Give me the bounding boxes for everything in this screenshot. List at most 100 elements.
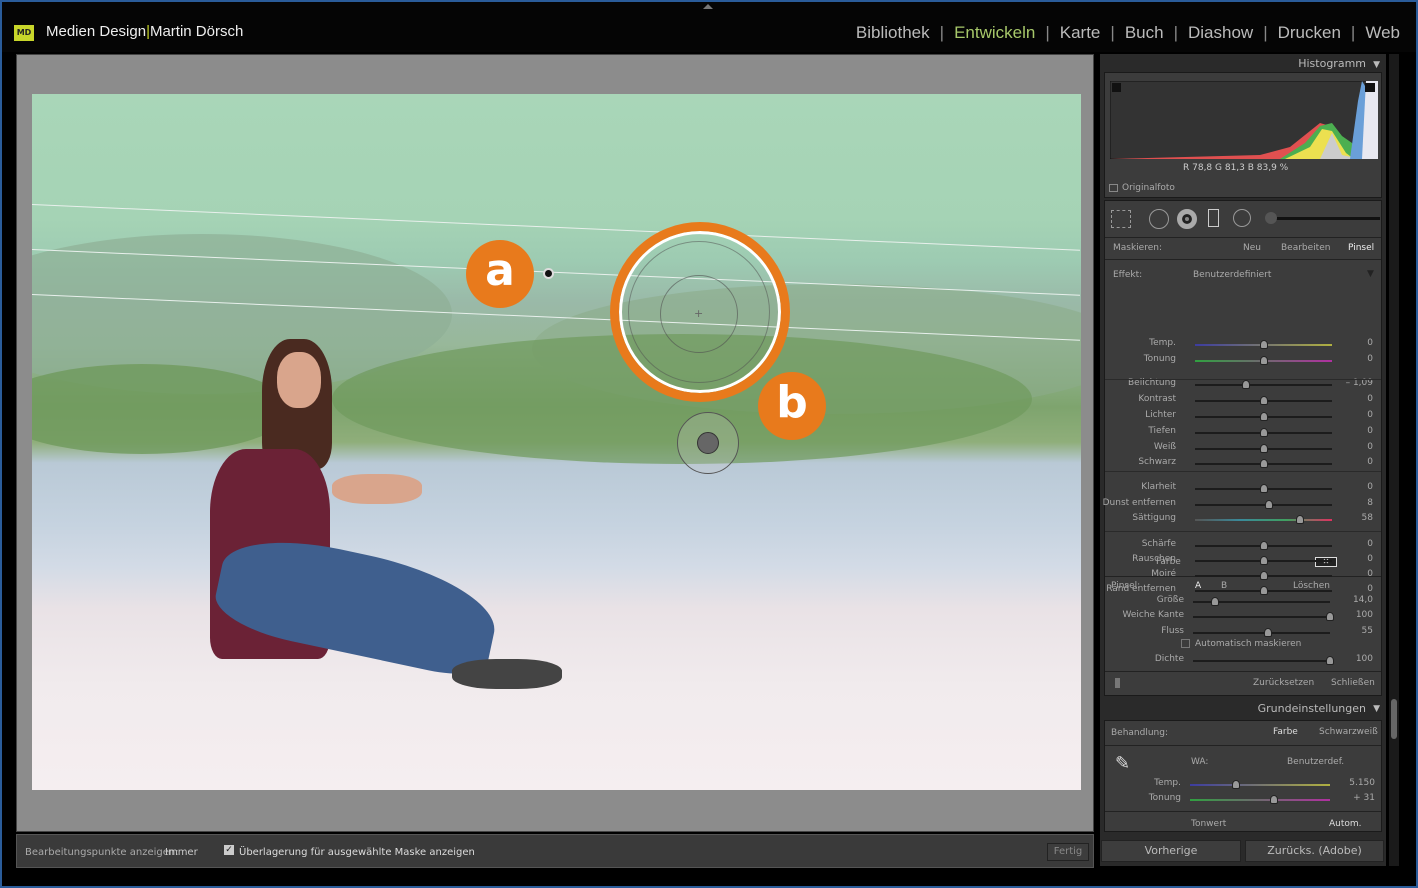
- mask-lichter-value[interactable]: 0: [1333, 410, 1373, 420]
- mask-sättigung-thumb[interactable]: [1296, 515, 1305, 524]
- auto-mask-label: Automatisch maskieren: [1195, 639, 1302, 649]
- mask-lichter-label: Lichter: [1145, 410, 1176, 420]
- reset-button[interactable]: Zurücksetzen: [1253, 678, 1314, 688]
- mask-moir--thumb[interactable]: [1259, 571, 1268, 580]
- module-diashow[interactable]: Diashow: [1184, 23, 1257, 43]
- brush-cursor: [677, 412, 739, 474]
- mask-belichtung-thumb[interactable]: [1241, 380, 1250, 389]
- photo-with-mask-overlay[interactable]: [32, 94, 1081, 790]
- mask-schärfe-thumb[interactable]: [1259, 541, 1268, 550]
- mask-schwarz-thumb[interactable]: [1259, 459, 1268, 468]
- brush-weiche-kante-slider[interactable]: [1193, 616, 1330, 618]
- brush-größe-thumb[interactable]: [1210, 597, 1219, 606]
- mask-lichter-thumb[interactable]: [1259, 412, 1268, 421]
- brush-dichte-value[interactable]: 100: [1333, 654, 1373, 664]
- mask-temp--value[interactable]: 0: [1333, 338, 1373, 348]
- basic-tonung-value[interactable]: + 31: [1335, 793, 1375, 803]
- auto-tone-button[interactable]: Autom.: [1329, 819, 1362, 829]
- brand-name: Medien Design: [46, 23, 147, 40]
- red-eye-icon[interactable]: [1177, 209, 1197, 229]
- mask-tiefen-value[interactable]: 0: [1333, 426, 1373, 436]
- basic-tonung-slider[interactable]: [1190, 799, 1330, 801]
- module-bibliothek[interactable]: Bibliothek: [852, 23, 934, 43]
- brush-fluss-value[interactable]: 55: [1333, 626, 1373, 636]
- mask-tiefen-thumb[interactable]: [1259, 428, 1268, 437]
- module-karte[interactable]: Karte: [1056, 23, 1105, 43]
- histogram-title[interactable]: Histogramm: [1298, 57, 1366, 70]
- brush-dichte-slider[interactable]: [1193, 660, 1330, 662]
- mask-weiß-value[interactable]: 0: [1333, 442, 1373, 452]
- module-drucken[interactable]: Drucken: [1274, 23, 1345, 43]
- basic-temp--thumb[interactable]: [1232, 780, 1241, 789]
- mask-rauschen-thumb[interactable]: [1259, 556, 1268, 565]
- done-button[interactable]: Fertig: [1047, 843, 1089, 861]
- effect-select[interactable]: Benutzerdefiniert: [1193, 270, 1271, 280]
- mask-toggle-switch[interactable]: [1115, 678, 1120, 688]
- mask-weiß-thumb[interactable]: [1259, 444, 1268, 453]
- mask-dunst-entfernen-value[interactable]: 8: [1333, 498, 1373, 508]
- treatment-bw-button[interactable]: Schwarzweiß: [1319, 727, 1378, 737]
- overlay-checkbox[interactable]: ✓: [224, 845, 234, 855]
- mask-tonung-thumb[interactable]: [1259, 356, 1268, 365]
- collapse-triangle-icon[interactable]: ▼: [1373, 60, 1380, 70]
- mask-edit-button[interactable]: Bearbeiten: [1281, 243, 1330, 253]
- auto-mask-checkbox[interactable]: [1181, 639, 1190, 648]
- mask-moir--value[interactable]: 0: [1333, 569, 1373, 579]
- mask-rauschen-value[interactable]: 0: [1333, 554, 1373, 564]
- original-photo-checkbox[interactable]: [1109, 184, 1118, 192]
- basic-temp--slider[interactable]: [1190, 784, 1330, 786]
- mask-tonung-value[interactable]: 0: [1333, 354, 1373, 364]
- edit-pin[interactable]: [543, 268, 554, 279]
- brush-weiche-kante-value[interactable]: 100: [1333, 610, 1373, 620]
- module-divider: |: [939, 23, 945, 42]
- basic-temp--value[interactable]: 5.150: [1335, 778, 1375, 788]
- module-buch[interactable]: Buch: [1121, 23, 1168, 43]
- crop-tool-icon[interactable]: [1111, 210, 1131, 228]
- mask-sättigung-slider[interactable]: [1195, 519, 1332, 521]
- graduated-filter-icon[interactable]: [1208, 209, 1219, 227]
- radial-filter-icon[interactable]: [1233, 209, 1251, 227]
- mask-rand-entfernen-value[interactable]: 0: [1333, 584, 1373, 594]
- reset-adobe-button[interactable]: Zurücks. (Adobe): [1245, 840, 1384, 862]
- brush-fluss-slider[interactable]: [1193, 632, 1330, 634]
- mask-dunst-entfernen-thumb[interactable]: [1264, 500, 1273, 509]
- mask-schwarz-value[interactable]: 0: [1333, 457, 1373, 467]
- basic-collapse-icon[interactable]: ▼: [1373, 704, 1380, 714]
- mask-dunst-entfernen-slider[interactable]: [1195, 504, 1332, 506]
- mask-kontrast-value[interactable]: 0: [1333, 394, 1373, 404]
- effect-collapse-icon[interactable]: ▼: [1367, 269, 1374, 279]
- brush-weiche-kante-label: Weiche Kante: [1122, 610, 1185, 620]
- mask-tiefen-label: Tiefen: [1148, 426, 1176, 436]
- mask-klarheit-thumb[interactable]: [1259, 484, 1268, 493]
- rgb-readout: R 78,8 G 81,3 B 83,9 %: [1183, 163, 1289, 173]
- wb-select[interactable]: Benutzerdef.: [1287, 757, 1344, 767]
- close-button[interactable]: Schließen: [1331, 678, 1375, 688]
- mask-brush-button[interactable]: Pinsel: [1348, 243, 1374, 253]
- brush-größe-value[interactable]: 14,0: [1333, 595, 1373, 605]
- tool-slider-thumb[interactable]: [1265, 212, 1277, 224]
- mask-rand-entfernen-thumb[interactable]: [1259, 586, 1268, 595]
- basic-title[interactable]: Grundeinstellungen: [1258, 702, 1366, 715]
- mask-temp--thumb[interactable]: [1259, 340, 1268, 349]
- basic-tonung-thumb[interactable]: [1270, 795, 1278, 804]
- collapse-top-icon[interactable]: [703, 4, 713, 9]
- brush-dichte-label: Dichte: [1154, 654, 1184, 664]
- mask-sättigung-value[interactable]: 58: [1333, 513, 1373, 523]
- mask-new-button[interactable]: Neu: [1243, 243, 1261, 253]
- mask-kontrast-thumb[interactable]: [1259, 396, 1268, 405]
- panel-scrollbar[interactable]: [1389, 54, 1399, 866]
- tone-label: Tonwert: [1191, 819, 1227, 829]
- mask-schärfe-value[interactable]: 0: [1333, 539, 1373, 549]
- mask-belichtung-slider[interactable]: [1195, 384, 1332, 386]
- tool-slider[interactable]: [1270, 217, 1380, 220]
- show-pins-select[interactable]: Immer: [165, 847, 198, 858]
- module-entwickeln[interactable]: Entwickeln: [950, 23, 1039, 43]
- module-web[interactable]: Web: [1361, 23, 1404, 43]
- spot-removal-icon[interactable]: [1149, 209, 1169, 229]
- previous-button[interactable]: Vorherige: [1101, 840, 1241, 862]
- brush-fluss-thumb[interactable]: [1264, 628, 1273, 637]
- mask-label: Maskieren:: [1113, 243, 1162, 253]
- eyedropper-icon[interactable]: ✎: [1115, 753, 1130, 774]
- treatment-color-button[interactable]: Farbe: [1273, 727, 1298, 737]
- mask-klarheit-value[interactable]: 0: [1333, 482, 1373, 492]
